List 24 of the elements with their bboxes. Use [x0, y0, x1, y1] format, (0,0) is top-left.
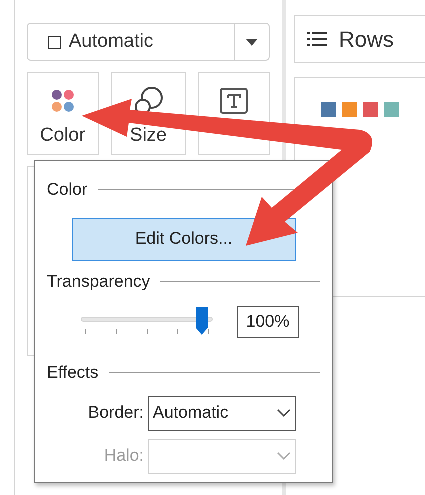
caret-icon: [246, 38, 258, 46]
section-heading: Transparency: [47, 270, 150, 292]
mark-button[interactable]: [198, 72, 270, 155]
chevron-icon: [277, 409, 291, 417]
shelf-label: Rows: [339, 26, 394, 54]
transparency-slider[interactable]: [81, 307, 213, 337]
section-heading: Effects: [47, 362, 99, 384]
percent-field[interactable]: 100%: [237, 306, 299, 338]
dropdown-value: Automatic: [69, 30, 154, 54]
chevron-icon: [277, 452, 291, 460]
rows-shelf[interactable]: Rows: [294, 15, 425, 63]
slider-thumb[interactable]: [196, 307, 208, 335]
section-heading: Color: [47, 179, 88, 201]
dropdown-field[interactable]: [148, 438, 296, 474]
mark-type-dropdown[interactable]: Automatic: [27, 23, 270, 61]
dots-icon: [50, 89, 75, 113]
text-box-icon: [220, 88, 248, 114]
list-icon: [307, 31, 327, 47]
field-label: Border:: [88, 402, 144, 424]
square-icon: [48, 36, 61, 48]
edit-colors-button[interactable]: Edit Colors...: [72, 218, 296, 260]
mark-button[interactable]: Color: [27, 72, 99, 155]
dropdown-field[interactable]: Automatic: [148, 396, 296, 430]
field-label: Halo:: [104, 445, 144, 468]
